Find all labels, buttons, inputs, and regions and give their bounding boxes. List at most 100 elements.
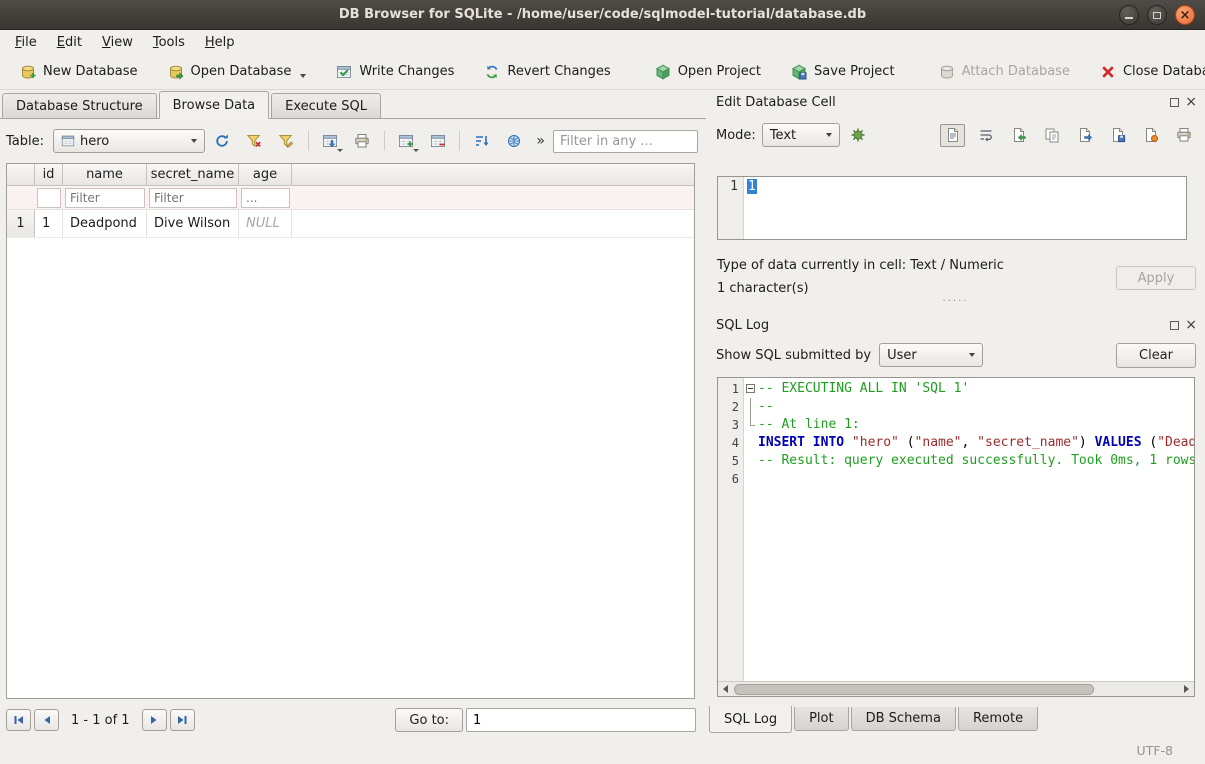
copy-button[interactable]	[1039, 124, 1064, 147]
sort-button[interactable]	[467, 128, 496, 154]
menu-help[interactable]: Help	[196, 33, 244, 52]
app-window: DB Browser for SQLite - /home/user/code/…	[0, 0, 1205, 764]
tab-browse-data[interactable]: Browse Data	[159, 91, 270, 119]
next-record-button[interactable]	[142, 709, 167, 731]
scroll-right-arrow-icon[interactable]	[1179, 682, 1194, 696]
maximize-button[interactable]	[1147, 5, 1167, 25]
goto-button[interactable]: Go to:	[395, 708, 463, 732]
cell-name[interactable]: Deadpond	[63, 210, 147, 237]
new-record-button[interactable]	[392, 128, 421, 154]
print-button[interactable]	[348, 128, 377, 154]
close-icon: ×	[1180, 9, 1191, 22]
column-header-name[interactable]: name	[63, 164, 147, 185]
export-text-button[interactable]	[1072, 124, 1097, 147]
minimize-button[interactable]	[1119, 5, 1139, 25]
open-project-icon	[655, 64, 671, 80]
apply-button[interactable]: Apply	[1116, 266, 1196, 290]
set-null-button[interactable]	[1138, 124, 1163, 147]
column-header-filler	[292, 164, 694, 185]
last-record-button[interactable]	[170, 709, 195, 731]
column-header-id[interactable]: id	[35, 164, 63, 185]
menu-view[interactable]: View	[93, 33, 142, 52]
dock-close-icon[interactable]: ×	[1185, 97, 1197, 107]
save-project-button[interactable]: Save Project	[777, 59, 909, 85]
sql-log-hscrollbar[interactable]	[718, 681, 1194, 696]
scrollbar-thumb[interactable]	[734, 684, 1094, 695]
mode-label: Mode:	[716, 128, 756, 143]
dock-tab-plot[interactable]: Plot	[794, 707, 849, 731]
toolbar-overflow-chevron[interactable]: »	[531, 133, 550, 149]
column-header-secret-name[interactable]: secret_name	[147, 164, 239, 185]
text-mode-button[interactable]	[940, 124, 965, 147]
close-database-button[interactable]: Close Database	[1086, 59, 1205, 85]
cell-editor-content[interactable]: 1	[744, 177, 1186, 239]
print-cell-button[interactable]	[1171, 124, 1196, 147]
clear-filters-button[interactable]	[240, 128, 269, 154]
first-record-button[interactable]	[6, 709, 31, 731]
cell-editor-area[interactable]: 1 1	[717, 176, 1187, 240]
dock-tab-db-schema[interactable]: DB Schema	[851, 707, 956, 731]
mode-selector[interactable]: Text	[762, 123, 840, 147]
new-database-button[interactable]: New Database	[6, 59, 152, 85]
dock-splitter-handle[interactable]	[706, 298, 1205, 306]
dock-float-icon[interactable]	[1170, 321, 1179, 330]
dock-float-icon[interactable]	[1170, 98, 1179, 107]
refresh-button[interactable]	[208, 128, 237, 154]
tab-database-structure[interactable]: Database Structure	[2, 93, 157, 118]
goto-record-button[interactable]	[499, 128, 528, 154]
open-database-dropdown-icon[interactable]	[300, 74, 306, 78]
fold-marker-icon[interactable]	[746, 384, 755, 393]
import-text-button[interactable]	[1006, 124, 1031, 147]
edit-filter-button[interactable]	[272, 128, 301, 154]
window-controls: ×	[1119, 5, 1195, 25]
save-as-icon	[1110, 127, 1126, 143]
filter-any-input[interactable]	[553, 130, 698, 153]
dock-tab-remote[interactable]: Remote	[958, 707, 1038, 731]
goto-input[interactable]	[466, 708, 696, 732]
open-project-button[interactable]: Open Project	[641, 59, 775, 85]
main-tabbar: Database Structure Browse Data Execute S…	[0, 90, 383, 118]
row-header[interactable]: 1	[7, 210, 35, 237]
filter-input-age[interactable]	[241, 188, 290, 208]
table-icon	[61, 134, 75, 148]
grid-corner[interactable]	[7, 164, 35, 185]
cell-secret-name[interactable]: Dive Wilson	[147, 210, 239, 237]
menu-edit[interactable]: Edit	[48, 33, 91, 52]
titlebar[interactable]: DB Browser for SQLite - /home/user/code/…	[0, 0, 1205, 30]
tab-execute-sql[interactable]: Execute SQL	[271, 93, 381, 118]
sql-log-editor[interactable]: 123456 -- EXECUTING ALL IN 'SQL 1'---- A…	[717, 377, 1195, 697]
table-selector[interactable]: hero	[53, 129, 205, 153]
filter-input-name[interactable]	[65, 188, 145, 208]
column-header-age[interactable]: age	[239, 164, 292, 185]
cell-age-null[interactable]: NULL	[239, 210, 292, 237]
sql-log-title: SQL Log	[716, 318, 769, 333]
attach-database-button[interactable]: Attach Database	[925, 59, 1084, 85]
close-window-button[interactable]: ×	[1175, 5, 1195, 25]
clear-log-button[interactable]: Clear	[1116, 343, 1196, 368]
open-database-button[interactable]: Open Database	[154, 59, 321, 85]
word-wrap-icon	[978, 127, 994, 143]
menu-tools[interactable]: Tools	[144, 33, 194, 52]
auto-mode-button[interactable]	[846, 124, 871, 147]
delete-record-button[interactable]	[424, 128, 453, 154]
scroll-left-arrow-icon[interactable]	[718, 682, 733, 696]
filter-input-secret-name[interactable]	[149, 188, 237, 208]
cell-id[interactable]: 1	[35, 210, 63, 237]
sql-source-selector[interactable]: User	[879, 343, 983, 367]
minimize-icon	[1125, 17, 1133, 19]
sql-log-line: -- EXECUTING ALL IN 'SQL 1'	[744, 380, 1194, 398]
word-wrap-button[interactable]	[973, 124, 998, 147]
sql-log-line: -- Result: query executed successfully. …	[744, 452, 1194, 470]
save-table-button[interactable]	[316, 128, 345, 154]
sql-log-lines: -- EXECUTING ALL IN 'SQL 1'---- At line …	[744, 378, 1194, 681]
dock-close-icon[interactable]: ×	[1185, 320, 1197, 330]
filter-input-id[interactable]	[37, 188, 61, 208]
write-changes-button[interactable]: Write Changes	[322, 59, 468, 85]
menu-file[interactable]: File	[6, 33, 46, 52]
save-as-button[interactable]	[1105, 124, 1130, 147]
previous-record-button[interactable]	[34, 709, 59, 731]
copy-icon	[1044, 127, 1060, 143]
sql-log-gutter: 123456	[718, 378, 744, 681]
revert-changes-button[interactable]: Revert Changes	[470, 59, 624, 85]
dock-tab-sql-log[interactable]: SQL Log	[709, 706, 792, 733]
